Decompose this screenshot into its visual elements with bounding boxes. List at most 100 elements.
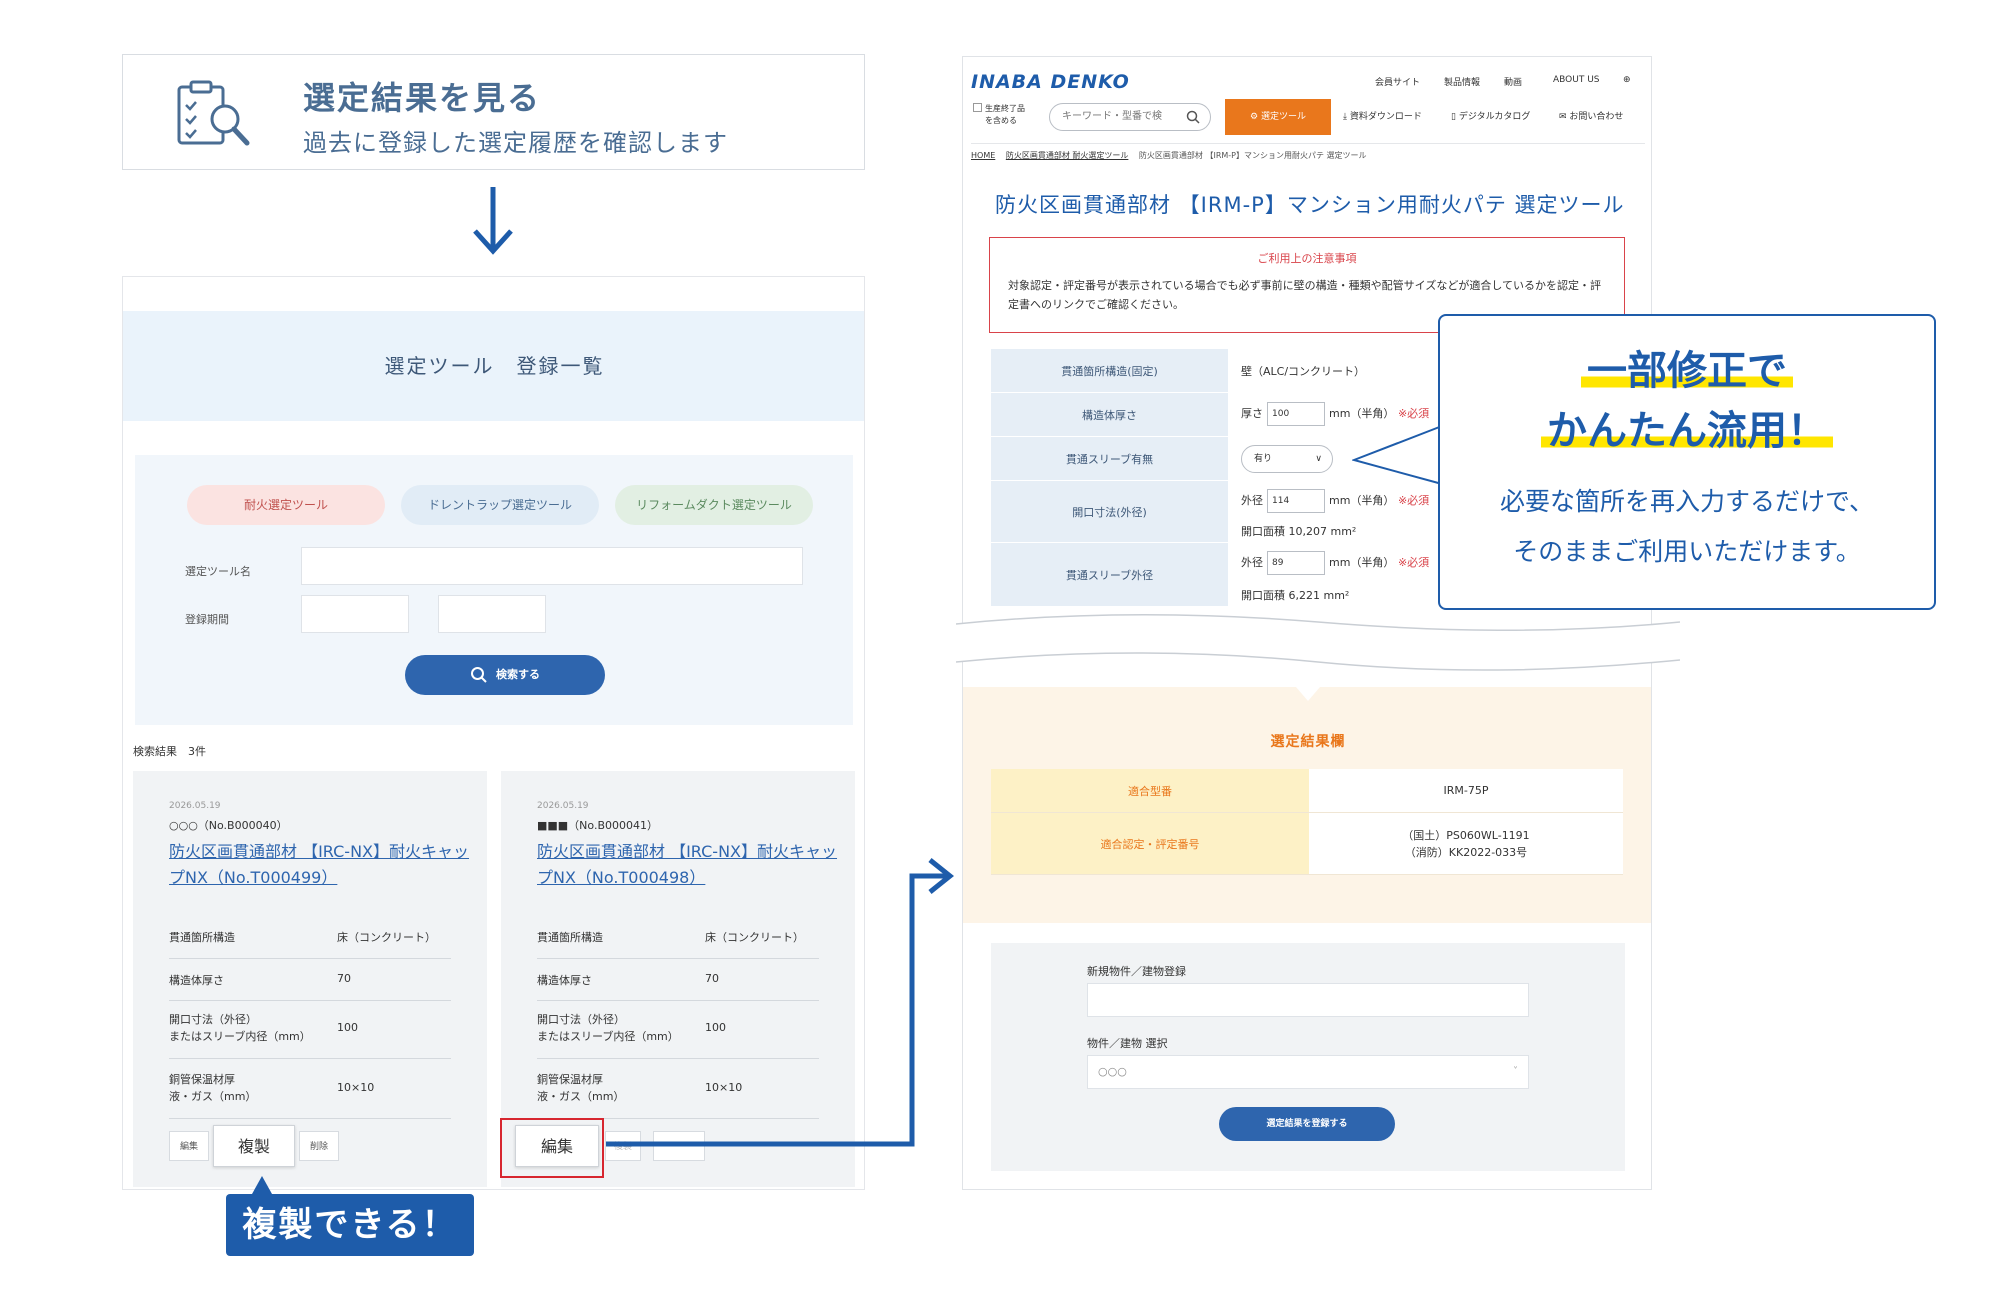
bubble-body-2: そのままご利用いただけます。 — [1513, 537, 1861, 566]
include-discontinued-label: 生産終了品 を含める — [985, 104, 1025, 125]
structure-value: 壁（ALC/コンクリート） — [1241, 365, 1366, 378]
down-arrow-icon — [473, 187, 513, 255]
page-title: 防火区画貫通部材 【IRM-P】マンション用耐火パテ 選定ツール — [995, 193, 1625, 217]
sleeve-label: 貫通スリーブ有無 — [991, 437, 1228, 480]
card-row: 開口寸法（外径） またはスリーブ内径（mm） 100 — [169, 1001, 451, 1059]
outer-prefix: 外径 — [1241, 556, 1263, 569]
cert-values: （国土）PS060WL-1191 （消防）KK2022-033号 — [1309, 813, 1623, 874]
card-number: ■■■（No.B000041） — [537, 819, 658, 832]
duplicate-callout: 複製できる！ — [226, 1194, 474, 1256]
register-result-button[interactable]: 選定結果を登録する — [1219, 1107, 1395, 1141]
result-row-certification: 適合認定・評定番号 （国土）PS060WL-1191 （消防）KK2022-03… — [991, 813, 1623, 875]
view-results-banner: 選定結果を見る 過去に登録した選定履歴を確認します — [122, 54, 865, 170]
checkbox-icon — [973, 103, 982, 112]
row-value: 100 — [337, 1021, 358, 1034]
required-mark: ※必須 — [1397, 407, 1430, 420]
row-key: 貫通箇所構造 — [537, 931, 603, 944]
breadcrumb: HOME 防火区画貫通部材 耐火選定ツール 防火区画貫通部材 【IRM-P】マン… — [971, 143, 1645, 161]
opening-input[interactable]: 114 — [1267, 489, 1325, 513]
bubble-headline-2: かんたん流用！ — [1541, 408, 1833, 454]
nav-selection-tool[interactable]: ⚙ 選定ツール — [1225, 99, 1331, 135]
row-key: 構造体厚さ — [169, 974, 224, 987]
card-title-link[interactable]: 防火区画貫通部材 【IRC-NX】耐火キャップNX（No.T000499） — [169, 839, 469, 891]
card-date: 2026.05.19 — [169, 801, 221, 811]
cert-label: 適合認定・評定番号 — [991, 813, 1309, 874]
keyword-search-input[interactable]: キーワード・型番で検 — [1049, 103, 1211, 131]
tool-name-input[interactable] — [301, 547, 803, 585]
nav-digital-catalog-label: デジタルカタログ — [1458, 112, 1531, 122]
new-property-input[interactable] — [1087, 983, 1529, 1017]
card-date: 2026.05.19 — [537, 801, 589, 811]
sleeve-od-label: 貫通スリーブ外径 — [991, 543, 1228, 606]
thickness-prefix: 厚さ — [1241, 407, 1263, 420]
row-value: 70 — [337, 972, 351, 985]
edit-button[interactable]: 編集 — [169, 1131, 209, 1161]
bubble-body-1: 必要な箇所を再入力するだけで、 — [1499, 487, 1874, 516]
nav-selection-tool-label: 選定ツール — [1260, 112, 1306, 122]
search-icon — [471, 667, 487, 683]
list-heading: 選定ツール 登録一覧 — [123, 311, 864, 421]
delete-button[interactable]: 削除 — [299, 1131, 339, 1161]
sleeve-select[interactable]: 有り — [1241, 445, 1333, 473]
nav-contact-label: お問い合わせ — [1569, 112, 1624, 122]
row-value: 床（コンクリート） — [337, 931, 436, 944]
nav-member-site[interactable]: 会員サイト — [1375, 75, 1420, 88]
sleeve-area: 開口面積 6,221 mm² — [1241, 589, 1350, 602]
search-button[interactable]: 検索する — [405, 655, 605, 695]
nav-products[interactable]: 製品情報 — [1444, 75, 1480, 88]
card-number: ○○○（No.B000040） — [169, 819, 288, 832]
search-panel: 耐火選定ツール ドレントラップ選定ツール リフォームダクト選定ツール 選定ツール… — [135, 455, 853, 725]
thickness-label: 構造体厚さ — [991, 393, 1228, 436]
model-label: 適合型番 — [991, 769, 1309, 812]
opening-label: 開口寸法(外径) — [991, 481, 1228, 542]
nav-about-us[interactable]: ABOUT US — [1553, 75, 1600, 85]
brand-logo[interactable]: INABA DENKO — [971, 71, 1130, 93]
period-end-input[interactable] — [438, 595, 546, 633]
notice-title: ご利用上の注意事項 — [1257, 252, 1357, 265]
form-row-opening: 開口寸法(外径) 外径 114 mm（半角） ※必須 開口面積 10,207 mm² — [991, 481, 1451, 543]
result-count: 検索結果 3件 — [133, 745, 206, 758]
result-section: 選定結果欄 適合型番 IRM-75P 適合認定・評定番号 （国土）PS060WL… — [963, 687, 1651, 923]
bubble-tail-join — [1440, 440, 1448, 488]
period-start-input[interactable] — [301, 595, 409, 633]
banner-title: 選定結果を見る — [303, 79, 542, 117]
notice-body: 対象認定・評定番号が表示されている場合でも必ず事前に壁の構造・種類や配管サイズな… — [1008, 279, 1602, 311]
flow-arrow-icon — [606, 858, 955, 1147]
required-mark: ※必須 — [1397, 494, 1430, 507]
sleeve-od-unit: mm（半角） — [1329, 556, 1395, 569]
row-value: 10×10 — [337, 1081, 375, 1094]
nav-contact[interactable]: ✉ お問い合わせ — [1559, 99, 1623, 135]
reuse-speech-bubble: 一部修正で かんたん流用！ 必要な箇所を再入力するだけで、 そのままご利用いただ… — [1438, 314, 1936, 610]
form-row-sleeve-od: 貫通スリーブ外径 外径 89 mm（半角） ※必須 開口面積 6,221 mm² — [991, 543, 1451, 607]
bubble-headline-1: 一部修正で — [1581, 348, 1793, 394]
keyword-placeholder: キーワード・型番で検 — [1062, 111, 1162, 122]
search-button-label: 検索する — [496, 668, 540, 681]
thickness-unit: mm（半角） — [1329, 407, 1395, 420]
breadcrumb-home[interactable]: HOME — [971, 151, 995, 160]
opening-unit: mm（半角） — [1329, 494, 1395, 507]
opening-area: 開口面積 10,207 mm² — [1241, 525, 1357, 538]
tab-reform-duct-tool[interactable]: リフォームダクト選定ツール — [615, 485, 813, 525]
include-discontinued-checkbox[interactable]: 生産終了品 を含める — [973, 103, 1025, 127]
row-key: 貫通箇所構造 — [169, 931, 235, 944]
cut-wave-divider — [956, 614, 1680, 671]
sleeve-od-input[interactable]: 89 — [1267, 551, 1325, 575]
section-notch — [1296, 687, 1320, 701]
result-card: 2026.05.19 ○○○（No.B000040） 防火区画貫通部材 【IRC… — [133, 771, 487, 1187]
mail-icon: ✉ — [1559, 112, 1570, 122]
callout-tip — [252, 1176, 272, 1194]
nav-videos[interactable]: 動画 — [1504, 75, 1522, 88]
globe-icon[interactable]: ⊕ — [1623, 75, 1631, 85]
duplicate-button[interactable]: 複製 — [213, 1125, 295, 1167]
period-label: 登録期間 — [185, 613, 229, 626]
breadcrumb-fireproof-tool[interactable]: 防火区画貫通部材 耐火選定ツール — [1006, 151, 1129, 160]
result-heading: 選定結果欄 — [1270, 734, 1346, 750]
nav-downloads[interactable]: ⤓ 資料ダウンロード — [1343, 99, 1422, 135]
tab-drain-trap-tool[interactable]: ドレントラップ選定ツール — [401, 485, 599, 525]
structure-label: 貫通箇所構造(固定) — [991, 349, 1228, 392]
thickness-input[interactable]: 100 — [1267, 402, 1325, 426]
nav-digital-catalog[interactable]: ▯ デジタルカタログ — [1451, 99, 1530, 135]
property-select[interactable]: ○○○ — [1087, 1055, 1529, 1089]
tab-fireproof-tool[interactable]: 耐火選定ツール — [187, 485, 385, 525]
breadcrumb-current: 防火区画貫通部材 【IRM-P】マンション用耐火パテ 選定ツール — [1138, 151, 1367, 160]
